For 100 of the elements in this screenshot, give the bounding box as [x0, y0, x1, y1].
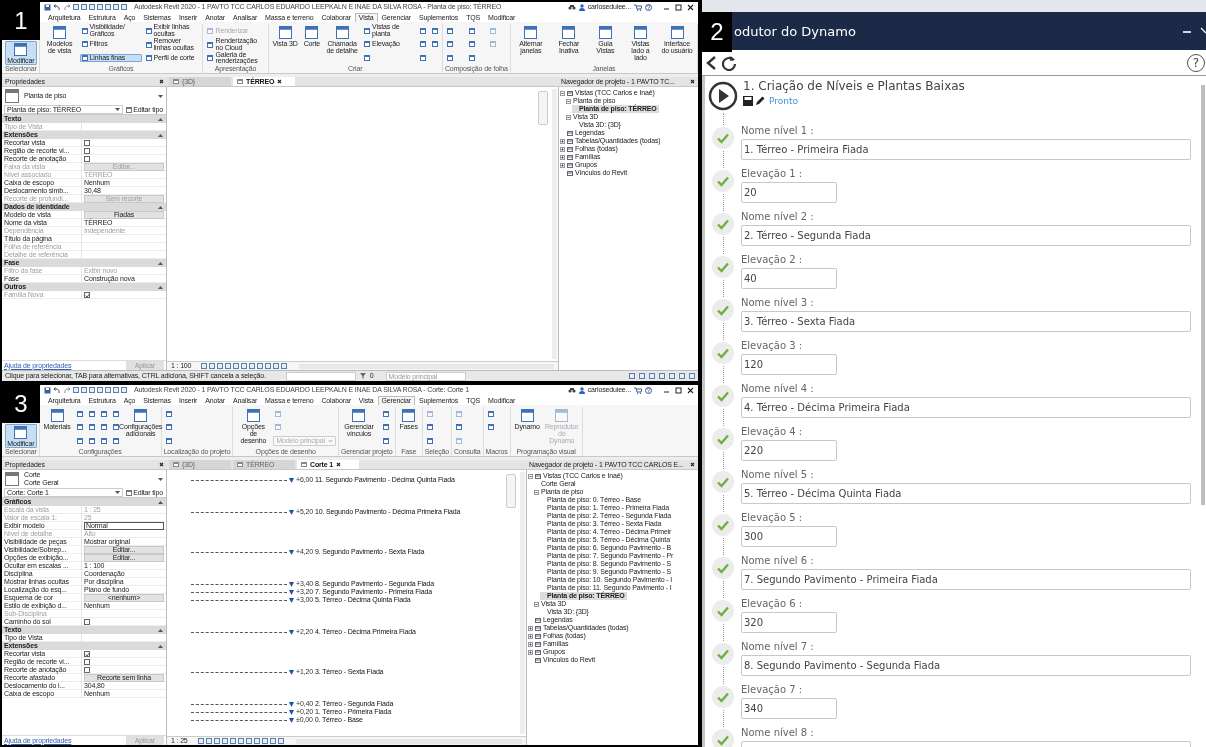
input-field[interactable]: 8. Segundo Pavimento - Segunda Fiada [741, 655, 1191, 676]
close-icon[interactable] [159, 462, 164, 467]
ribbon-button[interactable] [74, 409, 85, 418]
input-field[interactable]: 220 [741, 440, 837, 461]
input-field[interactable]: 20 [741, 182, 837, 203]
ribbon-button[interactable] [429, 26, 440, 35]
window-icon [145, 41, 152, 48]
expand-icon[interactable] [528, 633, 533, 639]
ribbon-button[interactable] [429, 40, 440, 49]
input-field[interactable]: 1. Térreo - Primeira Fiada [741, 139, 1191, 160]
input-field[interactable]: 340 [741, 698, 837, 719]
expand-icon[interactable] [560, 162, 565, 168]
play-icon[interactable] [708, 81, 738, 111]
close-icon[interactable] [159, 79, 164, 84]
ribbon-button[interactable] [110, 437, 121, 446]
checkbox[interactable] [84, 140, 90, 146]
collapse-icon[interactable] [158, 133, 163, 137]
close-icon[interactable] [690, 79, 695, 84]
input-label: Nome nível 3 : [741, 297, 815, 310]
input-field[interactable]: 5. Térreo - Décima Quinta Fiada [741, 483, 1191, 504]
ribbon-button[interactable] [98, 423, 109, 432]
ribbon-button[interactable] [98, 437, 109, 446]
maximize-icon[interactable] [675, 3, 682, 11]
collapse-icon[interactable] [560, 90, 565, 96]
cart-icon[interactable] [634, 3, 642, 11]
expand-icon[interactable] [560, 138, 565, 144]
ribbon-button[interactable] [74, 423, 85, 432]
collapse-icon[interactable] [158, 261, 163, 265]
pencil-icon[interactable] [755, 96, 765, 106]
collapse-icon[interactable] [566, 114, 571, 120]
input-field[interactable]: 3. Térreo - Sexta Fiada [741, 311, 1191, 332]
collapse-icon[interactable] [158, 628, 163, 632]
input-field[interactable]: 120 [741, 354, 837, 375]
close-icon[interactable] [1200, 26, 1206, 36]
scrollbar[interactable] [520, 472, 525, 734]
input-field[interactable]: 7. Segundo Pavimento - Primeira Fiada [741, 569, 1191, 590]
checkbox[interactable] [84, 148, 90, 154]
ribbon-button[interactable] [417, 54, 428, 63]
close-icon[interactable] [336, 462, 342, 467]
expand-icon[interactable] [528, 649, 533, 655]
window-icon [134, 409, 148, 422]
ribbon-button[interactable] [86, 423, 97, 432]
cart-icon[interactable] [634, 386, 642, 394]
window-icon [426, 424, 433, 431]
ribbon-button[interactable] [86, 409, 97, 418]
ribbon-button[interactable] [98, 409, 109, 418]
checkbox[interactable] [84, 619, 90, 625]
close-icon[interactable] [687, 386, 694, 394]
collapse-icon[interactable] [534, 489, 539, 495]
ribbon-button[interactable] [74, 437, 85, 446]
checkbox[interactable] [84, 156, 90, 162]
help-icon[interactable] [645, 3, 652, 11]
refresh-icon[interactable] [721, 54, 737, 71]
collapse-icon[interactable] [158, 205, 163, 209]
undo-icon[interactable] [53, 3, 61, 11]
expand-icon[interactable] [528, 625, 533, 631]
ribbon-button[interactable] [417, 40, 428, 49]
expand-icon[interactable] [528, 641, 533, 647]
expand-icon[interactable] [560, 154, 565, 160]
save-icon[interactable] [743, 96, 753, 106]
scrollbar[interactable] [1201, 85, 1205, 505]
checkbox[interactable] [84, 659, 90, 665]
input-field[interactable]: 300 [741, 526, 837, 547]
help-icon[interactable] [645, 386, 652, 394]
ribbon-button[interactable] [110, 409, 121, 418]
input-field[interactable]: 320 [741, 612, 837, 633]
ribbon-button[interactable] [110, 423, 121, 432]
save-icon[interactable] [44, 3, 51, 11]
binoculars-icon[interactable] [567, 387, 576, 393]
undo-icon[interactable] [53, 386, 61, 394]
binoculars-icon[interactable] [567, 4, 576, 10]
status-link[interactable]: Pronto [769, 96, 799, 106]
collapse-icon[interactable] [158, 285, 163, 289]
scrollbar[interactable] [299, 363, 554, 369]
collapse-icon[interactable] [566, 98, 571, 104]
collapse-icon[interactable] [534, 601, 539, 607]
maximize-icon[interactable] [675, 386, 682, 394]
close-icon[interactable] [277, 79, 283, 84]
ribbon-button[interactable] [86, 437, 97, 446]
checkbox[interactable] [84, 651, 90, 657]
close-icon[interactable] [690, 462, 695, 467]
window-title: odutor do Dynamo [734, 23, 857, 39]
scrollbar[interactable] [295, 738, 522, 744]
collapse-icon[interactable] [158, 644, 163, 648]
collapse-icon[interactable] [158, 117, 163, 121]
checkbox[interactable] [84, 667, 90, 673]
input-field[interactable]: 40 [741, 268, 837, 289]
expand-icon[interactable] [560, 146, 565, 152]
collapse-icon[interactable] [158, 500, 163, 504]
collapse-icon[interactable] [528, 473, 533, 479]
input-field[interactable]: 2. Térreo - Segunda Fiada [741, 225, 1191, 246]
window-icon [352, 409, 366, 422]
ribbon-button[interactable] [417, 26, 428, 35]
close-icon[interactable] [687, 3, 694, 11]
filter-icon[interactable] [359, 373, 366, 379]
window-icon [335, 26, 349, 39]
input-field[interactable]: 4. Térreo - Décima Primeira Fiada [741, 397, 1191, 418]
back-icon[interactable] [705, 54, 717, 71]
save-icon[interactable] [44, 386, 51, 394]
scrollbar[interactable] [552, 89, 557, 359]
